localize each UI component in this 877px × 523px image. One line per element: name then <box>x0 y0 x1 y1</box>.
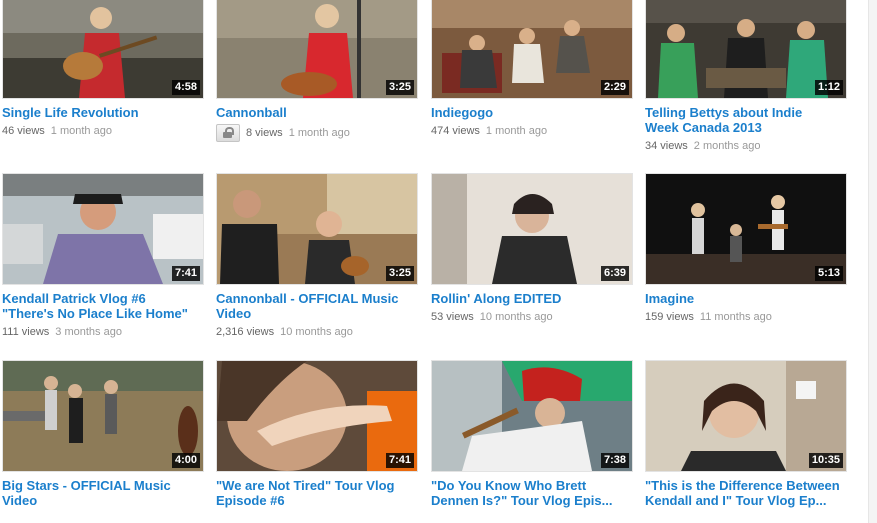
video-thumbnail[interactable]: 7:41 <box>2 173 204 285</box>
video-meta: 8 views 1 month ago <box>216 124 418 142</box>
video-thumbnail[interactable]: 4:00 <box>2 360 204 472</box>
video-title[interactable]: "Do You Know Who Brett Dennen Is?" Tour … <box>431 478 633 508</box>
duration-badge: 10:35 <box>808 453 843 468</box>
video-title[interactable]: Imagine <box>645 291 847 306</box>
video-meta: 474 views 1 month ago <box>431 124 633 138</box>
video-meta: 159 views 11 months ago <box>645 310 847 324</box>
video-thumbnail[interactable]: 3:25 <box>216 173 418 285</box>
video-meta: 111 views 3 months ago <box>2 325 204 339</box>
view-count: 2,316 views <box>216 326 275 338</box>
video-title[interactable]: Big Stars - OFFICIAL Music Video <box>2 478 204 508</box>
video-card: 4:00 Big Stars - OFFICIAL Music Video <box>2 360 204 508</box>
lock-icon[interactable] <box>216 124 240 142</box>
video-card: 7:41 "We are Not Tired" Tour Vlog Episod… <box>216 360 418 508</box>
video-title[interactable]: "We are Not Tired" Tour Vlog Episode #6 <box>216 478 418 508</box>
video-card: 2:29 Indiegogo 474 views 1 month ago <box>431 0 633 138</box>
upload-age: 10 months ago <box>280 326 353 338</box>
video-card: 5:13 Imagine 159 views 11 months ago <box>645 173 847 324</box>
duration-badge: 4:58 <box>171 80 200 95</box>
view-count: 474 views <box>431 125 480 137</box>
video-card: 3:25 Cannonball - OFFICIAL Music Video 2… <box>216 173 418 339</box>
upload-age: 2 months ago <box>693 140 761 152</box>
video-thumbnail[interactable]: 5:13 <box>645 173 847 285</box>
duration-badge: 6:39 <box>600 266 629 281</box>
video-thumbnail[interactable]: 10:35 <box>645 360 847 472</box>
video-thumbnail[interactable]: 1:12 <box>645 0 847 99</box>
view-count: 53 views <box>431 311 474 323</box>
view-count: 46 views <box>2 125 45 137</box>
video-card: 7:38 "Do You Know Who Brett Dennen Is?" … <box>431 360 633 508</box>
video-title[interactable]: "This is the Difference Between Kendall … <box>645 478 847 508</box>
vertical-scrollbar[interactable] <box>868 0 877 523</box>
video-title[interactable]: Single Life Revolution <box>2 105 204 120</box>
video-meta: 2,316 views 10 months ago <box>216 325 418 339</box>
duration-badge: 4:00 <box>171 453 200 468</box>
duration-badge: 7:41 <box>385 453 414 468</box>
upload-age: 3 months ago <box>55 326 122 338</box>
video-thumbnail[interactable]: 7:41 <box>216 360 418 472</box>
upload-age: 1 month ago <box>50 125 112 137</box>
view-count: 111 views <box>2 326 50 338</box>
video-card: 7:41 Kendall Patrick Vlog #6 "There's No… <box>2 173 204 339</box>
video-thumbnail[interactable]: 3:25 <box>216 0 418 99</box>
video-title[interactable]: Telling Bettys about Indie Week Canada 2… <box>645 105 847 135</box>
video-meta: 34 views 2 months ago <box>645 139 847 153</box>
duration-badge: 5:13 <box>814 266 843 281</box>
duration-badge: 7:38 <box>600 453 629 468</box>
video-title[interactable]: Cannonball - OFFICIAL Music Video <box>216 291 418 321</box>
duration-badge: 3:25 <box>385 80 414 95</box>
upload-age: 1 month ago <box>288 126 350 139</box>
view-count: 8 views <box>246 126 283 139</box>
video-card: 3:25 Cannonball 8 views 1 month ago <box>216 0 418 142</box>
video-title[interactable]: Cannonball <box>216 105 418 120</box>
video-thumbnail[interactable]: 4:58 <box>2 0 204 99</box>
video-grid: 4:58 Single Life Revolution 46 views 1 mo… <box>0 0 877 523</box>
video-card: 4:58 Single Life Revolution 46 views 1 mo… <box>2 0 204 138</box>
video-title[interactable]: Indiegogo <box>431 105 633 120</box>
video-meta: 53 views 10 months ago <box>431 310 633 324</box>
duration-badge: 1:12 <box>814 80 843 95</box>
upload-age: 10 months ago <box>479 311 553 323</box>
video-thumbnail[interactable]: 2:29 <box>431 0 633 99</box>
duration-badge: 2:29 <box>600 80 629 95</box>
video-card: 6:39 Rollin' Along EDITED 53 views 10 mon… <box>431 173 633 324</box>
view-count: 159 views <box>645 311 694 323</box>
video-meta: 46 views 1 month ago <box>2 124 204 138</box>
view-count: 34 views <box>645 140 688 152</box>
video-title[interactable]: Kendall Patrick Vlog #6 "There's No Plac… <box>2 291 204 321</box>
duration-badge: 3:25 <box>385 266 414 281</box>
upload-age: 1 month ago <box>485 125 548 137</box>
video-thumbnail[interactable]: 7:38 <box>431 360 633 472</box>
duration-badge: 7:41 <box>171 266 200 281</box>
upload-age: 11 months ago <box>699 311 772 323</box>
video-card: 1:12 Telling Bettys about Indie Week Can… <box>645 0 847 153</box>
video-card: 10:35 "This is the Difference Between Ke… <box>645 360 847 508</box>
video-thumbnail[interactable]: 6:39 <box>431 173 633 285</box>
video-title[interactable]: Rollin' Along EDITED <box>431 291 633 306</box>
